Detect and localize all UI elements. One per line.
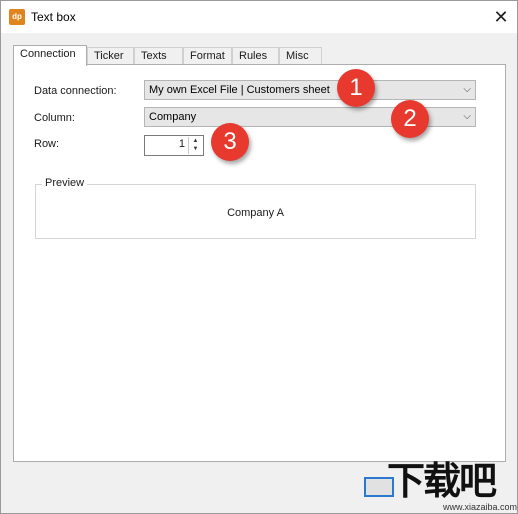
tab-strip: Connection Ticker Texts Format Rules Mis… [13,45,513,66]
row-label: Row: [34,138,60,150]
data-connection-value: My own Excel File | Customers sheet [149,84,330,96]
close-icon[interactable]: ✕ [487,4,515,30]
row-stepper[interactable]: 1 ▲ ▼ [144,135,204,156]
column-value: Company [149,111,197,123]
spin-down-icon[interactable]: ▼ [189,145,202,153]
chevron-down-icon: ⌵ [463,84,471,95]
data-connection-label: Data connection: [34,85,117,97]
column-label: Column: [34,112,75,124]
annotation-badge-1: 1 [337,69,375,107]
row-value: 1 [178,138,185,150]
annotation-badge-3: 3 [211,123,249,161]
dialog-window: dp Text box ✕ Connection Ticker Texts Fo… [0,0,518,514]
tab-connection[interactable]: Connection [13,45,87,66]
window-title: Text box [31,10,76,24]
title-bar: dp Text box ✕ [1,1,517,33]
spin-buttons: ▲ ▼ [188,137,202,154]
spin-up-icon[interactable]: ▲ [189,137,202,145]
preview-text: Company A [227,207,284,219]
preview-group: Preview Company A [35,177,476,239]
chevron-down-icon: ⌵ [463,111,471,122]
app-icon: dp [9,9,25,25]
data-connection-select[interactable]: My own Excel File | Customers sheet ⌵ [144,80,476,100]
connection-panel: Data connection: My own Excel File | Cus… [13,64,506,462]
annotation-badge-2: 2 [391,100,429,138]
preview-legend: Preview [42,177,88,189]
watermark-url: www.xiazaiba.com [443,502,518,512]
watermark-chars: 下载吧 [387,459,497,503]
watermark-logo: 下载吧 www.xiazaiba.com [381,459,517,513]
